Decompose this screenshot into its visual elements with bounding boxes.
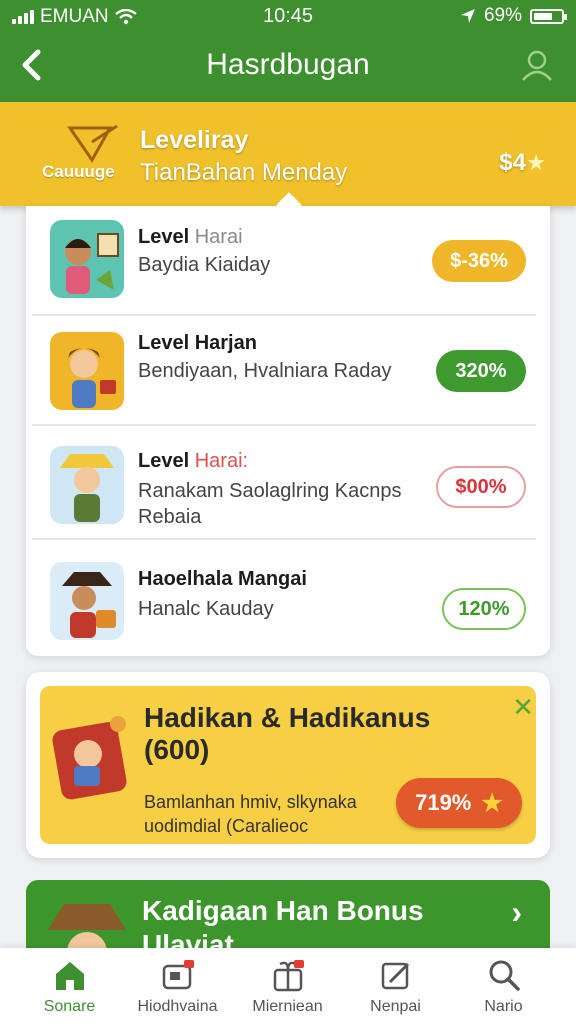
tab-edit[interactable]: Nenpai [338,956,453,1024]
discount-pill[interactable]: 320% [436,350,526,392]
tab-search[interactable]: Nario [446,956,561,1024]
promo-title: Hadikan & Hadikanus [144,702,431,733]
gift-box-icon [52,716,127,800]
row-description: Baydia Kiaiday [138,254,271,276]
row-title: Level Harai [138,226,243,248]
location-icon [460,9,475,23]
search-icon [489,960,520,991]
ticket-icon [67,124,118,163]
row-title: Level Harai: [138,450,249,472]
close-icon[interactable]: ✕ [512,692,534,723]
divider [32,424,536,426]
banner-title: Leveliray [140,126,249,154]
app-bar: Hasrdbugan [0,34,576,102]
promo-description: Bamlanhan hmiv, slkynaka uodimdial (Cara… [144,792,357,836]
tab-wallet[interactable]: Hiodhvaina [120,956,235,1024]
status-right: 69% [460,5,567,27]
home-icon [55,962,84,990]
row-title: Haoelhala Mangai [138,568,307,590]
tab-gift[interactable]: Mierniean [230,956,345,1024]
tab-label: Nario [484,998,523,1015]
discount-pill[interactable]: $-36% [432,240,526,282]
avatar [50,220,124,298]
status-bar: EMUAN 10:45 69% [0,0,576,34]
level-banner[interactable]: Cauuuge Leveliray TianBahan Menday $4 ★ [0,102,576,206]
page-title: Hasrdbugan [206,48,370,81]
banner-price: $4 [499,149,526,176]
row-description: Hanalc Kauday [138,598,274,620]
battery-icon [530,8,567,24]
tab-label: Hiodhvaina [137,998,218,1015]
tab-label: Sonare [43,998,96,1015]
discount-pill[interactable]: 120% [442,588,526,630]
list-item[interactable]: Haoelhala Mangai Hanalc Kauday 120% [26,544,550,654]
tab-label: Mierniean [252,998,323,1015]
gift-icon [273,960,304,992]
wallet-icon [162,960,194,990]
banner-subtitle: TianBahan Menday [140,159,348,186]
chevron-right-icon[interactable]: › [511,894,522,931]
list-item[interactable]: Level Harai Baydia Kiaiday $-36% [26,206,550,316]
profile-button[interactable] [520,48,554,87]
user-icon [522,50,552,81]
levels-list: Level Harai Baydia Kiaiday $-36% Level H… [26,192,550,656]
list-item[interactable]: Level Harai: Ranakam Saolaglring Kacnps … [26,430,550,540]
avatar [50,562,124,640]
promo-card[interactable]: Hadikan & Hadikanus (600) Bamlanhan hmiv… [26,672,550,858]
promo-count: (600) [144,734,210,765]
discount-pill[interactable]: $00% [436,466,526,508]
list-item[interactable]: Level Harjan Bendiyaan, Hvalniara Raday … [26,316,550,426]
promo-button-label: 719% [415,790,472,815]
avatar [50,332,124,410]
row-title: Level Harjan [138,332,257,354]
row-description: Bendiyaan, Hvalniara Raday [138,360,392,382]
tab-home[interactable]: Sonare [12,956,127,1024]
row-description: Ranakam Saolaglring Kacnps Rebaia [138,480,402,528]
promo-button[interactable]: 719% ★ [396,778,522,828]
avatar [50,446,124,524]
tab-label: Nenpai [370,998,421,1015]
promo-panel: Hadikan & Hadikanus (600) Bamlanhan hmiv… [40,686,536,844]
star-icon: ★ [526,150,546,175]
banner-badge: Cauuuge [42,162,115,181]
bottom-tab-bar: Sonare Hiodhvaina Mierniean Nenpai Nario [0,948,576,1024]
star-icon: ★ [481,789,503,817]
edit-icon [381,962,409,990]
divider [32,538,536,540]
battery-percent: 69% [483,5,522,26]
